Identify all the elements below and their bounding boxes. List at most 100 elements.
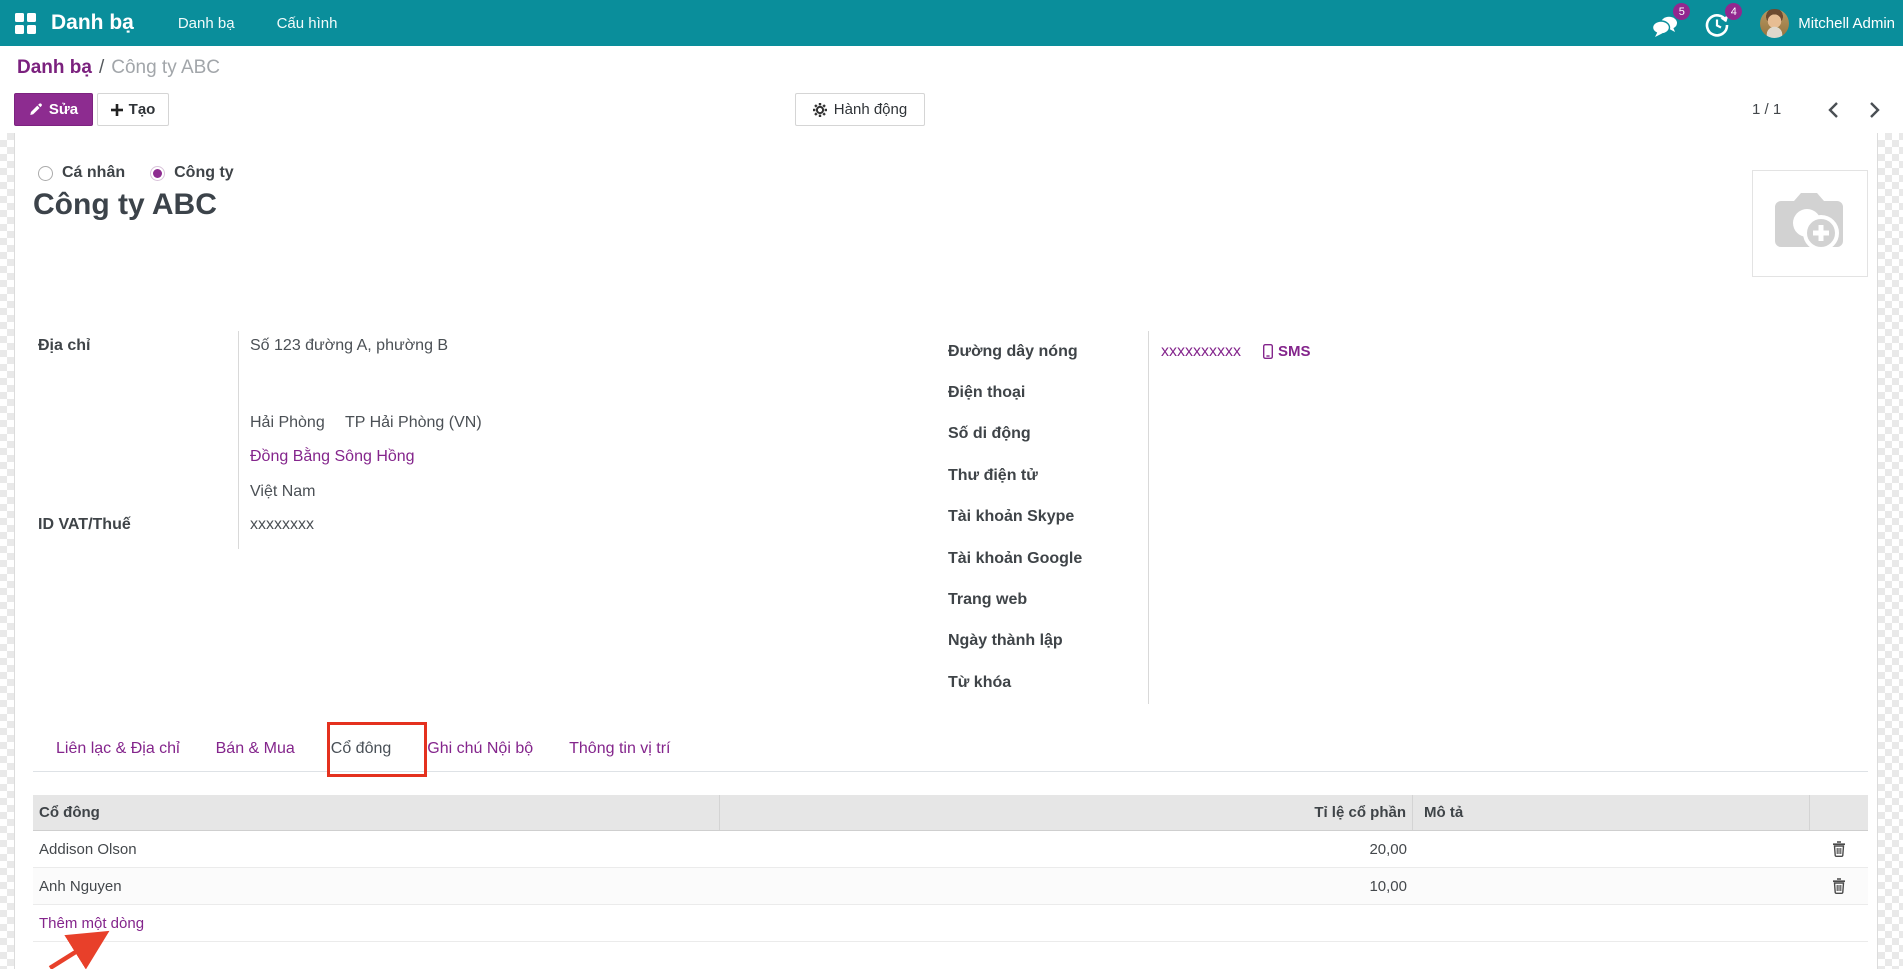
activities-button[interactable]: 4 — [1704, 8, 1734, 38]
gear-icon — [813, 103, 827, 117]
hotline-label: Đường dây nóng — [948, 343, 1148, 361]
column-header-description[interactable]: Mô tả — [1413, 795, 1810, 830]
breadcrumb: Danh bạ / Công ty ABC — [17, 57, 220, 79]
messages-button[interactable]: 5 — [1652, 8, 1682, 38]
contact-fields-column: Đường dây nóng xxxxxxxxxx SMS Điện thoại… — [948, 331, 1540, 704]
camera-plus-icon — [1771, 193, 1849, 255]
tags-label: Từ khóa — [948, 674, 1148, 692]
skype-value[interactable] — [1148, 497, 1540, 538]
action-menu-label: Hành động — [834, 101, 907, 118]
breadcrumb-current: Công ty ABC — [111, 57, 220, 78]
user-avatar[interactable] — [1760, 9, 1789, 38]
company-type-radio-group: Cá nhân Công ty — [38, 164, 234, 182]
create-button[interactable]: Tạo — [97, 93, 169, 126]
website-label: Trang web — [948, 591, 1148, 609]
address-street[interactable]: Số 123 đường A, phường B — [250, 337, 448, 355]
shareholders-table: Cổ đông Tỉ lệ cổ phần Mô tả Addison Olso… — [33, 795, 1868, 942]
nav-menu: Danh bạ Cấu hình — [178, 15, 338, 32]
founded-date-value[interactable] — [1148, 621, 1540, 662]
pager-counter: 1 / 1 — [1752, 101, 1781, 118]
navbar-right: 5 4 Mitchell Admin — [1630, 8, 1895, 38]
messages-badge: 5 — [1673, 3, 1690, 20]
skype-label: Tài khoản Skype — [948, 508, 1148, 526]
user-name[interactable]: Mitchell Admin — [1798, 15, 1895, 32]
plus-icon — [111, 104, 123, 116]
address-label: Địa chỉ — [38, 337, 90, 355]
table-header-row: Cổ đông Tỉ lệ cổ phần Mô tả — [33, 795, 1868, 831]
tab-ban-mua[interactable]: Bán & Mua — [216, 740, 295, 771]
email-value[interactable] — [1148, 455, 1540, 496]
phone-value[interactable] — [1148, 372, 1540, 413]
tab-ghi-chu-noi-bo[interactable]: Ghi chú Nội bộ — [427, 740, 533, 771]
breadcrumb-parent-link[interactable]: Danh bạ — [17, 57, 92, 78]
address-region-link[interactable]: Đồng Bằng Sông Hồng — [250, 448, 415, 466]
cell-shareholder-name[interactable]: Addison Olson — [33, 841, 720, 858]
google-label: Tài khoản Google — [948, 550, 1148, 568]
field-row-mobile: Số di động — [948, 414, 1540, 455]
edit-button[interactable]: Sửa — [14, 93, 93, 126]
add-line-link[interactable]: Thêm một dòng — [33, 915, 144, 932]
vat-value[interactable]: xxxxxxxx — [250, 516, 314, 534]
pager-previous-button[interactable] — [1824, 99, 1846, 121]
website-value[interactable] — [1148, 579, 1540, 620]
chat-bubbles-icon — [1652, 15, 1679, 38]
field-row-hotline: Đường dây nóng xxxxxxxxxx SMS — [948, 331, 1540, 372]
send-sms-button[interactable]: SMS — [1263, 343, 1311, 360]
address-state[interactable]: TP Hải Phòng (VN) — [345, 414, 482, 432]
mobile-label: Số di động — [948, 425, 1148, 443]
pager-next-button[interactable] — [1862, 99, 1884, 121]
chevron-left-icon — [1824, 99, 1846, 121]
column-header-shareholder[interactable]: Cổ đông — [33, 795, 720, 830]
company-photo-upload[interactable] — [1752, 170, 1868, 277]
address-country[interactable]: Việt Nam — [250, 483, 316, 501]
founded-date-label: Ngày thành lập — [948, 632, 1148, 650]
top-navbar: Danh bạ Danh bạ Cấu hình 5 4 Mitchell Ad… — [0, 0, 1903, 46]
tab-thong-tin-vi-tri[interactable]: Thông tin vị trí — [569, 740, 670, 771]
tab-lien-lac-dia-chi[interactable]: Liên lạc & Địa chỉ — [56, 740, 180, 771]
table-row[interactable]: Anh Nguyen 10,00 — [33, 868, 1868, 905]
transparent-edge-right — [1878, 133, 1903, 969]
phone-label: Điện thoại — [948, 384, 1148, 402]
table-row[interactable]: Addison Olson 20,00 — [33, 831, 1868, 868]
field-row-tags: Từ khóa — [948, 662, 1540, 703]
address-city[interactable]: Hải Phòng — [250, 414, 325, 432]
vat-label: ID VAT/Thuế — [38, 516, 131, 534]
column-header-actions — [1810, 795, 1868, 830]
address-column-separator — [238, 331, 239, 549]
google-value[interactable] — [1148, 538, 1540, 579]
add-line-row: Thêm một dòng — [33, 905, 1868, 942]
nav-item-danh-ba[interactable]: Danh bạ — [178, 15, 235, 32]
pencil-icon — [29, 103, 42, 116]
breadcrumb-separator: / — [99, 57, 104, 78]
tabs-underline — [33, 771, 1868, 772]
field-row-skype: Tài khoản Skype — [948, 497, 1540, 538]
company-name-title: Công ty ABC — [33, 188, 217, 222]
chevron-right-icon — [1862, 99, 1884, 121]
app-brand[interactable]: Danh bạ — [51, 11, 134, 35]
delete-row-button[interactable] — [1810, 841, 1868, 857]
mobile-value[interactable] — [1148, 414, 1540, 455]
sms-label: SMS — [1278, 343, 1311, 360]
column-header-ratio[interactable]: Tỉ lệ cổ phần — [720, 795, 1413, 830]
delete-row-button[interactable] — [1810, 878, 1868, 894]
email-label: Thư điện tử — [948, 467, 1148, 485]
radio-cong-ty[interactable] — [150, 166, 165, 181]
radio-ca-nhan[interactable] — [38, 166, 53, 181]
cell-share-ratio[interactable]: 20,00 — [720, 841, 1413, 858]
apps-grid-icon[interactable] — [15, 13, 36, 34]
nav-item-cau-hinh[interactable]: Cấu hình — [277, 15, 338, 32]
trash-icon — [1832, 841, 1846, 857]
field-row-website: Trang web — [948, 579, 1540, 620]
notebook-tabs: Liên lạc & Địa chỉ Bán & Mua Cổ đông Ghi… — [56, 740, 671, 771]
cell-shareholder-name[interactable]: Anh Nguyen — [33, 878, 720, 895]
radio-ca-nhan-label[interactable]: Cá nhân — [62, 164, 125, 182]
tags-value[interactable] — [1148, 662, 1540, 703]
action-menu-button[interactable]: Hành động — [795, 93, 925, 126]
cell-share-ratio[interactable]: 10,00 — [720, 878, 1413, 895]
edit-button-label: Sửa — [49, 101, 78, 118]
radio-cong-ty-label[interactable]: Công ty — [174, 164, 234, 182]
trash-icon — [1832, 878, 1846, 894]
tab-co-dong[interactable]: Cổ đông — [331, 740, 392, 771]
hotline-value[interactable]: xxxxxxxxxx — [1161, 343, 1241, 361]
activities-badge: 4 — [1725, 3, 1742, 20]
